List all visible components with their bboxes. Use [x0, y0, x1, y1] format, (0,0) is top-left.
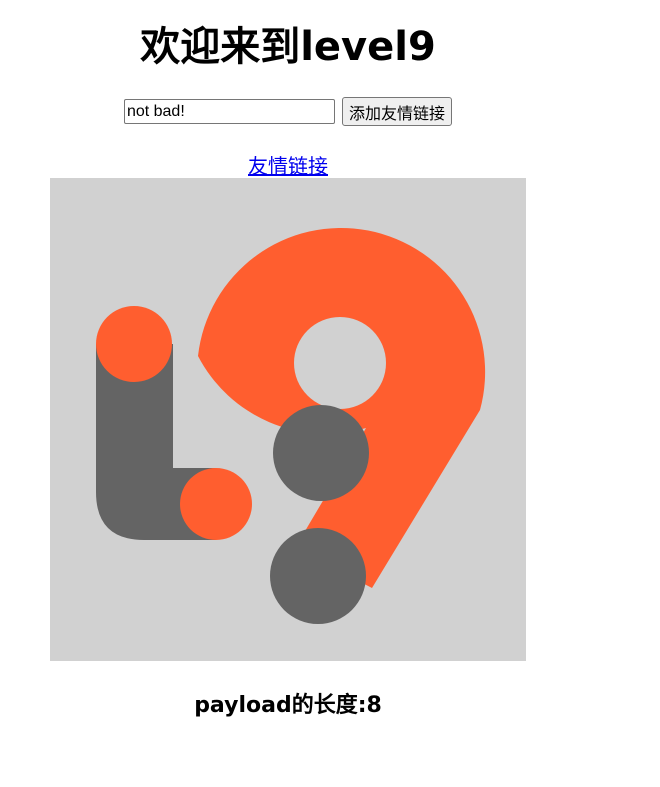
level9-logo-icon: [50, 178, 526, 661]
keyword-input[interactable]: [123, 99, 335, 124]
add-link-form: 添加友情链接: [0, 97, 576, 126]
level9-logo-image: [50, 178, 526, 661]
logo-l-foot-dot: [180, 468, 252, 540]
logo-nine-dot-upper: [273, 405, 369, 501]
payload-length-text: payload的长度:8: [194, 693, 382, 718]
friend-link-container: 友情链接: [0, 152, 576, 180]
add-friend-link-button[interactable]: 添加友情链接: [342, 97, 453, 126]
logo-l-top-dot: [96, 306, 172, 382]
logo-nine-hole: [294, 317, 386, 409]
logo-nine-dot-lower: [270, 528, 366, 624]
page-title: 欢迎来到level9: [140, 24, 436, 70]
friend-link[interactable]: 友情链接: [248, 154, 328, 178]
